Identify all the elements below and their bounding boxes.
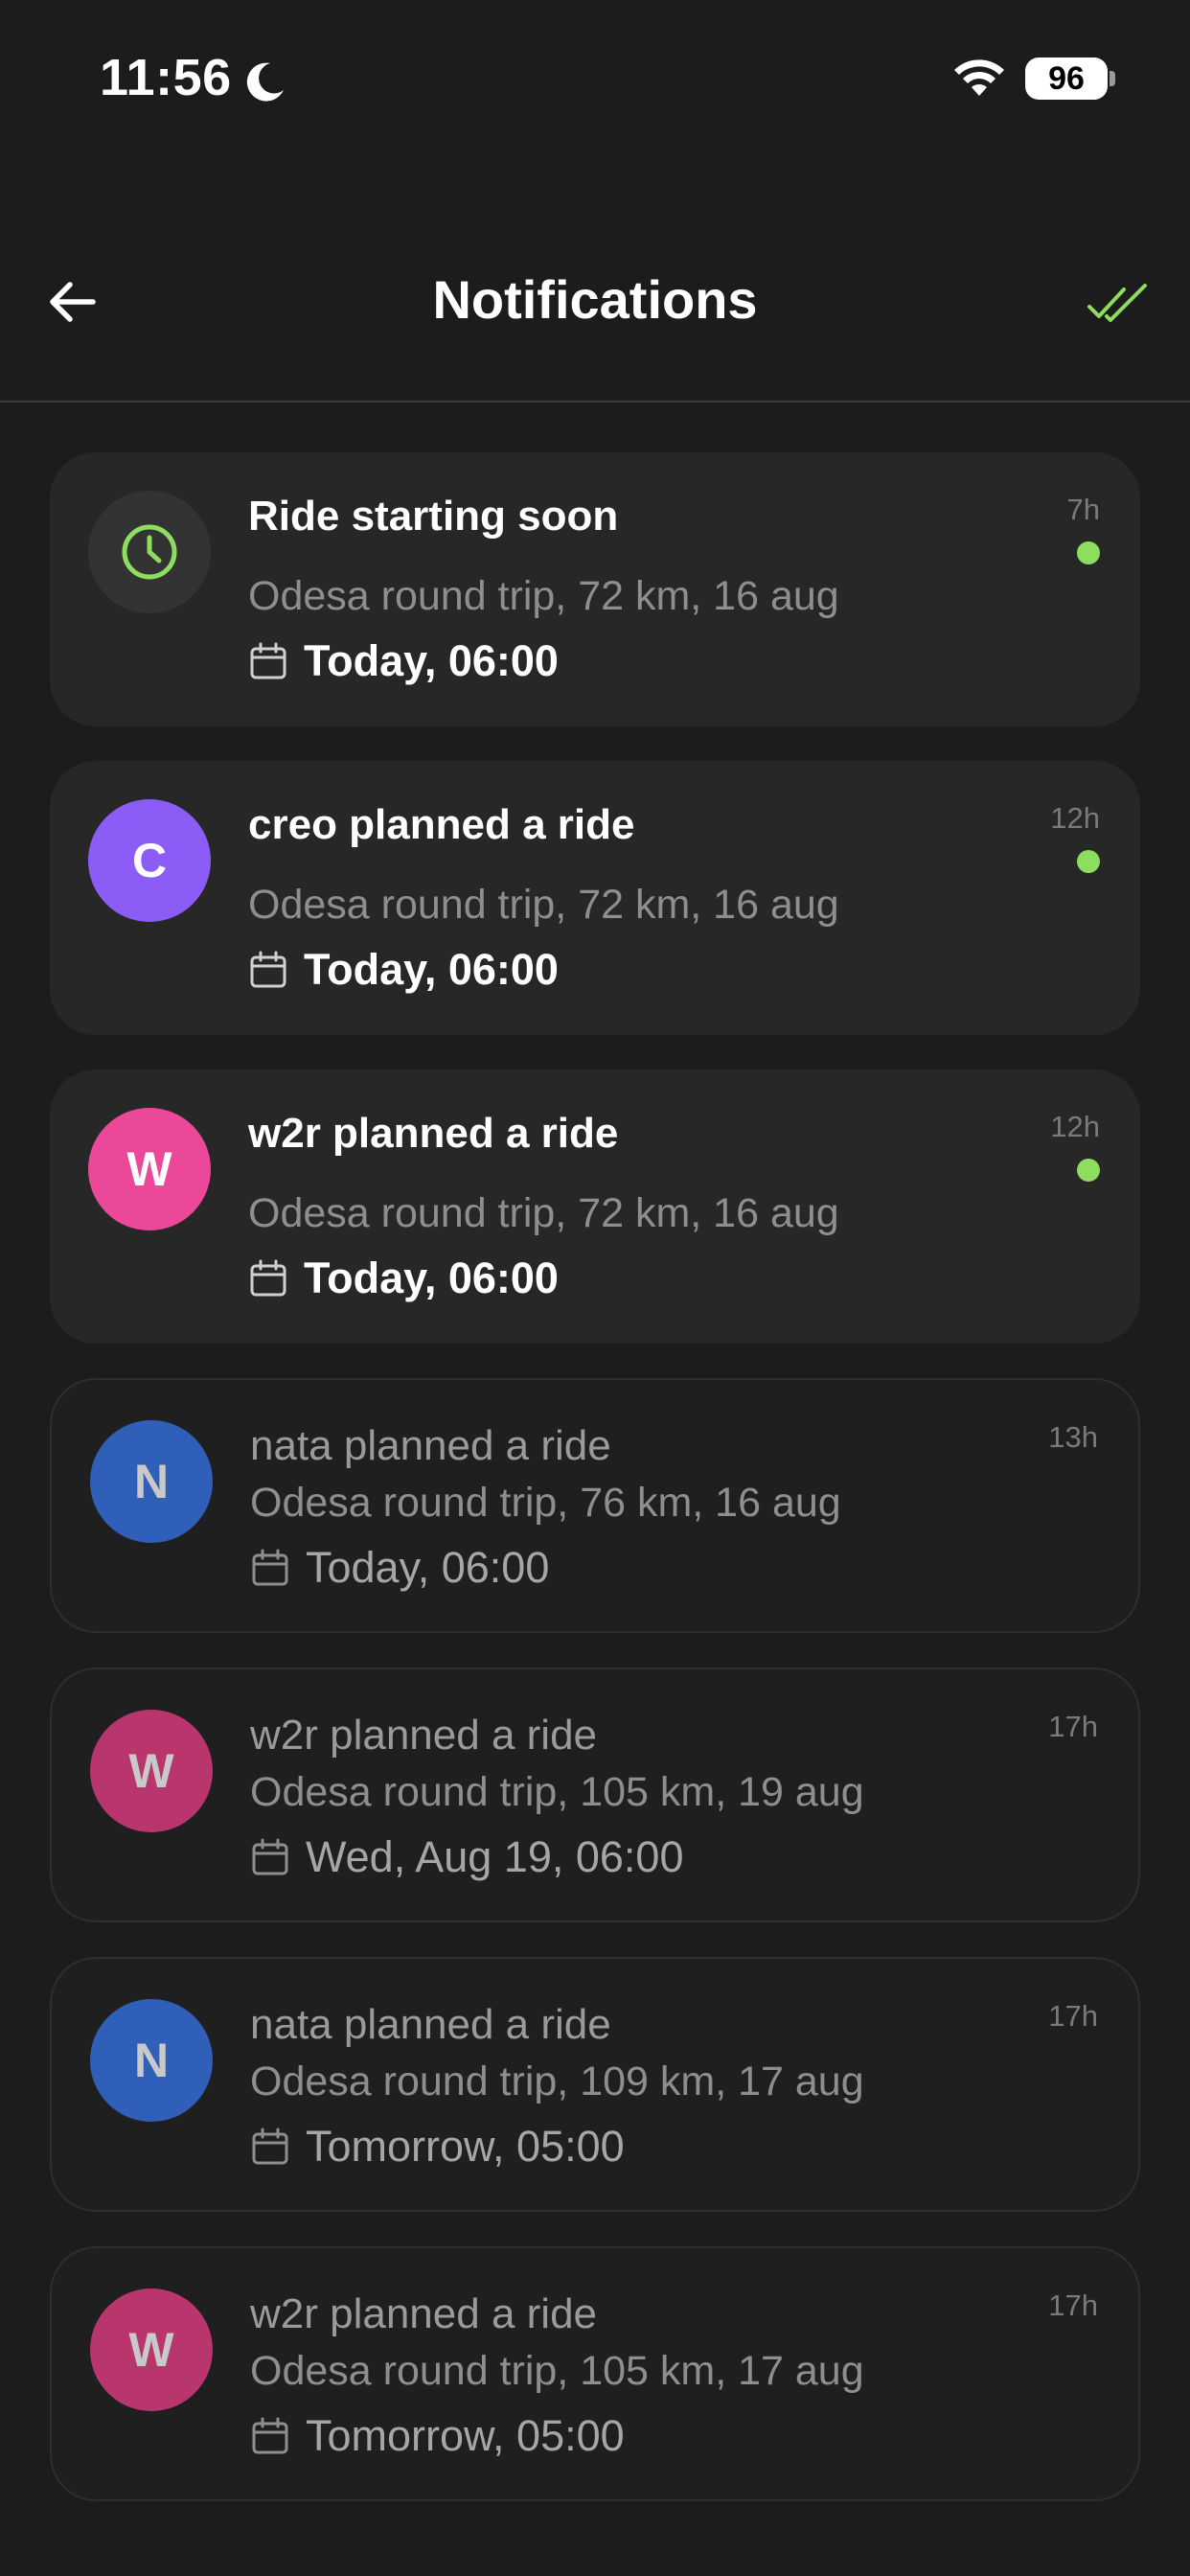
avatar-letter: W	[128, 2323, 174, 2377]
avatar: N	[90, 1420, 213, 1543]
battery-indicator: 96	[1025, 58, 1108, 100]
notification-date: Wed, Aug 19, 06:00	[250, 1832, 683, 1882]
avatar: W	[88, 1108, 211, 1230]
notification-date: Today, 06:00	[248, 945, 559, 995]
notification-date: Today, 06:00	[248, 636, 559, 686]
notification-subtitle: Odesa round trip, 109 km, 17 aug	[250, 2058, 864, 2104]
notification-card-6[interactable]: W w2r planned a ride Odesa round trip, 1…	[50, 2246, 1140, 2501]
notification-title: nata planned a ride	[250, 2001, 611, 2048]
notification-card-3[interactable]: N nata planned a ride Odesa round trip, …	[50, 1378, 1140, 1633]
notification-date-text: Today, 06:00	[304, 636, 559, 685]
double-check-icon	[1087, 284, 1147, 322]
notification-date: Tomorrow, 05:00	[250, 2411, 625, 2461]
notification-card-1[interactable]: C creo planned a ride Odesa round trip, …	[50, 761, 1140, 1035]
calendar-icon	[252, 1549, 288, 1586]
notification-title: creo planned a ride	[248, 801, 635, 848]
notification-date-text: Today, 06:00	[306, 1543, 550, 1592]
battery-nub	[1110, 71, 1115, 86]
page-title: Notifications	[432, 269, 758, 330]
notification-date: Today, 06:00	[250, 1543, 549, 1593]
notification-subtitle: Odesa round trip, 72 km, 16 aug	[248, 573, 839, 619]
wifi-icon	[954, 59, 1004, 96]
notification-time-ago: 12h	[1050, 801, 1100, 835]
avatar: C	[88, 799, 211, 922]
unread-dot	[1077, 541, 1100, 564]
avatar-letter: C	[131, 834, 168, 887]
notification-card-4[interactable]: W w2r planned a ride Odesa round trip, 1…	[50, 1668, 1140, 1922]
header: Notifications	[0, 240, 1190, 364]
notification-time-ago: 17h	[1048, 2288, 1098, 2322]
avatar: N	[90, 1999, 213, 2122]
notification-time-ago: 17h	[1048, 1999, 1098, 2033]
calendar-icon	[252, 1838, 288, 1875]
avatar-letter: N	[133, 2034, 170, 2087]
notification-subtitle: Odesa round trip, 76 km, 16 aug	[250, 1480, 841, 1526]
status-time: 11:56	[100, 49, 232, 106]
notification-time-ago: 17h	[1048, 1710, 1098, 1743]
notification-date: Tomorrow, 05:00	[250, 2122, 625, 2172]
calendar-icon	[250, 642, 286, 679]
unread-dot	[1077, 850, 1100, 873]
notification-date-text: Today, 06:00	[304, 945, 559, 994]
notification-time-ago: 13h	[1048, 1420, 1098, 1454]
notification-title: w2r planned a ride	[248, 1110, 619, 1157]
notification-date-text: Tomorrow, 05:00	[306, 2411, 625, 2460]
status-bar: 11:56 96	[0, 0, 1190, 153]
calendar-icon	[250, 1259, 286, 1297]
notification-date: Today, 06:00	[248, 1254, 559, 1303]
moon-icon	[246, 62, 284, 102]
avatar-letter: N	[133, 1455, 170, 1508]
clock-avatar	[88, 491, 211, 613]
notification-title: Ride starting soon	[248, 493, 619, 540]
notification-subtitle: Odesa round trip, 72 km, 16 aug	[248, 882, 839, 928]
notification-card-2[interactable]: W w2r planned a ride Odesa round trip, 7…	[50, 1070, 1140, 1344]
notification-title: w2r planned a ride	[250, 1712, 598, 1759]
notifications-list: Ride starting soon Odesa round trip, 72 …	[50, 452, 1140, 2536]
avatar-letter: W	[126, 1142, 172, 1196]
notification-date-text: Wed, Aug 19, 06:00	[306, 1832, 684, 1881]
header-divider	[0, 401, 1190, 402]
mark-all-read-button[interactable]	[1083, 268, 1152, 335]
clock-icon	[122, 524, 177, 580]
calendar-icon	[250, 951, 286, 988]
notification-title: w2r planned a ride	[250, 2290, 598, 2337]
notification-time-ago: 12h	[1050, 1110, 1100, 1143]
notification-card-5[interactable]: N nata planned a ride Odesa round trip, …	[50, 1957, 1140, 2212]
notification-subtitle: Odesa round trip, 72 km, 16 aug	[248, 1190, 839, 1236]
avatar-letter: W	[128, 1744, 174, 1798]
avatar: W	[90, 1710, 213, 1832]
unread-dot	[1077, 1159, 1100, 1182]
notification-subtitle: Odesa round trip, 105 km, 19 aug	[250, 1769, 864, 1815]
notification-card-0[interactable]: Ride starting soon Odesa round trip, 72 …	[50, 452, 1140, 726]
notification-subtitle: Odesa round trip, 105 km, 17 aug	[250, 2348, 864, 2394]
notification-title: nata planned a ride	[250, 1422, 611, 1469]
avatar: W	[90, 2288, 213, 2411]
notification-date-text: Tomorrow, 05:00	[306, 2122, 625, 2171]
calendar-icon	[252, 2417, 288, 2454]
notification-date-text: Today, 06:00	[304, 1254, 559, 1302]
notification-time-ago: 7h	[1066, 493, 1100, 526]
calendar-icon	[252, 2128, 288, 2165]
